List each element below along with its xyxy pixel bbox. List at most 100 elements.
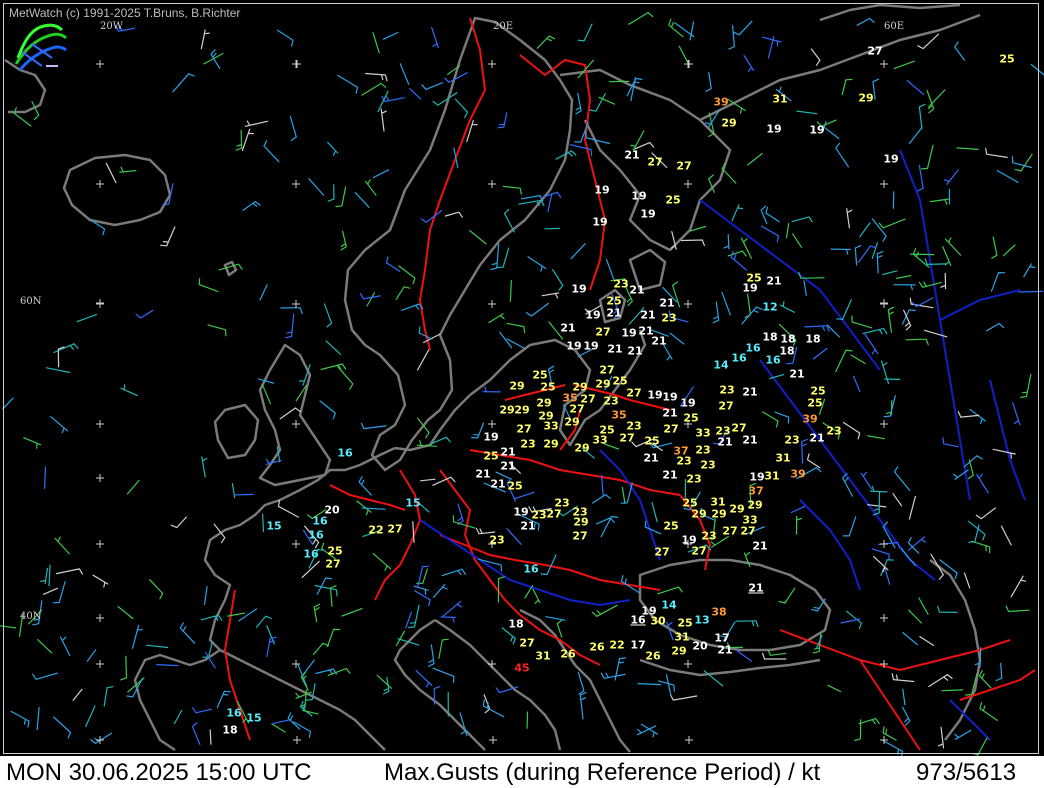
gust-value[interactable]: 18 (779, 346, 794, 357)
gust-value[interactable]: 29 (573, 517, 588, 528)
gust-value[interactable]: 27 (595, 327, 610, 338)
gust-value[interactable]: 23 (626, 421, 641, 432)
gust-value[interactable]: 19 (621, 328, 636, 339)
gust-value[interactable]: 16 (312, 516, 327, 527)
gust-value[interactable]: 27 (387, 524, 402, 535)
gust-value[interactable]: 16 (731, 353, 746, 364)
gust-value[interactable]: 21 (629, 285, 644, 296)
gust-value[interactable]: 27 (647, 157, 662, 168)
gust-value[interactable]: 21 (651, 336, 666, 347)
gust-value[interactable]: 14 (661, 600, 676, 611)
gust-value[interactable]: 21 (742, 435, 757, 446)
gust-value[interactable]: 29 (691, 509, 706, 520)
gust-value[interactable]: 39 (713, 97, 728, 108)
gust-value[interactable]: 19 (662, 392, 677, 403)
gust-value[interactable]: 25 (807, 398, 822, 409)
gust-value[interactable]: 16 (523, 564, 538, 575)
gust-value[interactable]: 31 (772, 94, 787, 105)
gust-value[interactable]: 12 (762, 302, 777, 313)
gust-value[interactable]: 27 (731, 423, 746, 434)
gust-value[interactable]: 23 (686, 474, 701, 485)
gust-value[interactable]: 21 (748, 583, 763, 594)
gust-value[interactable]: 25 (663, 521, 678, 532)
gust-value[interactable]: 23 (700, 460, 715, 471)
gust-value[interactable]: 23 (719, 385, 734, 396)
gust-value[interactable]: 19 (571, 284, 586, 295)
gust-value[interactable]: 39 (802, 414, 817, 425)
gust-value[interactable]: 27 (691, 546, 706, 557)
gust-value[interactable]: 22 (609, 640, 624, 651)
gust-value[interactable]: 23 (784, 435, 799, 446)
gust-value[interactable]: 18 (762, 332, 777, 343)
gust-value[interactable]: 16 (765, 355, 780, 366)
gust-value[interactable]: 27 (867, 46, 882, 57)
gust-value[interactable]: 19 (640, 209, 655, 220)
gust-value[interactable]: 23 (695, 445, 710, 456)
gust-value[interactable]: 27 (654, 547, 669, 558)
gust-value[interactable]: 29 (595, 379, 610, 390)
gust-value[interactable]: 26 (645, 651, 660, 662)
gust-value[interactable]: 19 (592, 217, 607, 228)
gust-value[interactable]: 29 (536, 398, 551, 409)
gust-value[interactable]: 25 (532, 370, 547, 381)
gust-value[interactable]: 25 (683, 413, 698, 424)
gust-value[interactable]: 21 (717, 645, 732, 656)
gust-value[interactable]: 21 (662, 408, 677, 419)
gust-value[interactable]: 33 (592, 435, 607, 446)
gust-value[interactable]: 17 (630, 640, 645, 651)
gust-value[interactable]: 16 (226, 708, 241, 719)
gust-value[interactable]: 27 (676, 161, 691, 172)
gust-value[interactable]: 29 (574, 443, 589, 454)
gust-value[interactable]: 18 (780, 334, 795, 345)
gust-value[interactable]: 33 (543, 421, 558, 432)
gust-value[interactable]: 16 (337, 448, 352, 459)
gust-value[interactable]: 18 (222, 725, 237, 736)
gust-value[interactable]: 27 (626, 388, 641, 399)
gust-value[interactable]: 21 (606, 308, 621, 319)
gust-value[interactable]: 21 (500, 461, 515, 472)
gust-value[interactable]: 16 (745, 343, 760, 354)
gust-value[interactable]: 19 (631, 191, 646, 202)
gust-value[interactable]: 39 (790, 469, 805, 480)
gust-value[interactable]: 29 (858, 93, 873, 104)
gust-value[interactable]: 25 (999, 54, 1014, 65)
gust-value[interactable]: 25 (327, 546, 342, 557)
gust-value[interactable]: 45 (514, 663, 529, 674)
gust-value[interactable]: 18 (805, 334, 820, 345)
gust-value[interactable]: 19 (585, 310, 600, 321)
gust-value[interactable]: 29 (509, 381, 524, 392)
gust-value[interactable]: 27 (722, 526, 737, 537)
gust-value[interactable]: 25 (665, 195, 680, 206)
gust-value[interactable]: 22 (368, 525, 383, 536)
gust-value[interactable]: 18 (508, 619, 523, 630)
gust-value[interactable]: 21 (560, 323, 575, 334)
gust-value[interactable]: 19 (766, 124, 781, 135)
gust-value[interactable]: 14 (713, 360, 728, 371)
gust-value[interactable]: 25 (540, 382, 555, 393)
gust-value[interactable]: 29 (747, 500, 762, 511)
gust-value[interactable]: 31 (674, 632, 689, 643)
gust-value[interactable]: 19 (513, 507, 528, 518)
gust-value[interactable]: 27 (325, 559, 340, 570)
gust-value[interactable]: 30 (650, 616, 665, 627)
gust-value[interactable]: 25 (606, 296, 621, 307)
gust-value[interactable]: 37 (748, 486, 763, 497)
gust-value[interactable]: 20 (692, 641, 707, 652)
gust-value[interactable]: 25 (677, 618, 692, 629)
gust-value[interactable]: 21 (607, 344, 622, 355)
gust-value[interactable]: 29 (543, 439, 558, 450)
gust-value[interactable]: 23 (701, 531, 716, 542)
gust-value[interactable]: 19 (883, 154, 898, 165)
gust-value[interactable]: 27 (663, 424, 678, 435)
gust-value[interactable]: 27 (519, 638, 534, 649)
gust-value[interactable]: 19 (680, 398, 695, 409)
gust-value[interactable]: 21 (752, 541, 767, 552)
gust-value[interactable]: 19 (647, 390, 662, 401)
gust-value[interactable]: 27 (718, 401, 733, 412)
gust-value[interactable]: 27 (619, 433, 634, 444)
gust-value[interactable]: 29 (514, 405, 529, 416)
gust-value[interactable]: 23 (826, 426, 841, 437)
gust-value[interactable]: 26 (560, 649, 575, 660)
gust-value[interactable]: 31 (764, 471, 779, 482)
gust-value[interactable]: 21 (475, 469, 490, 480)
